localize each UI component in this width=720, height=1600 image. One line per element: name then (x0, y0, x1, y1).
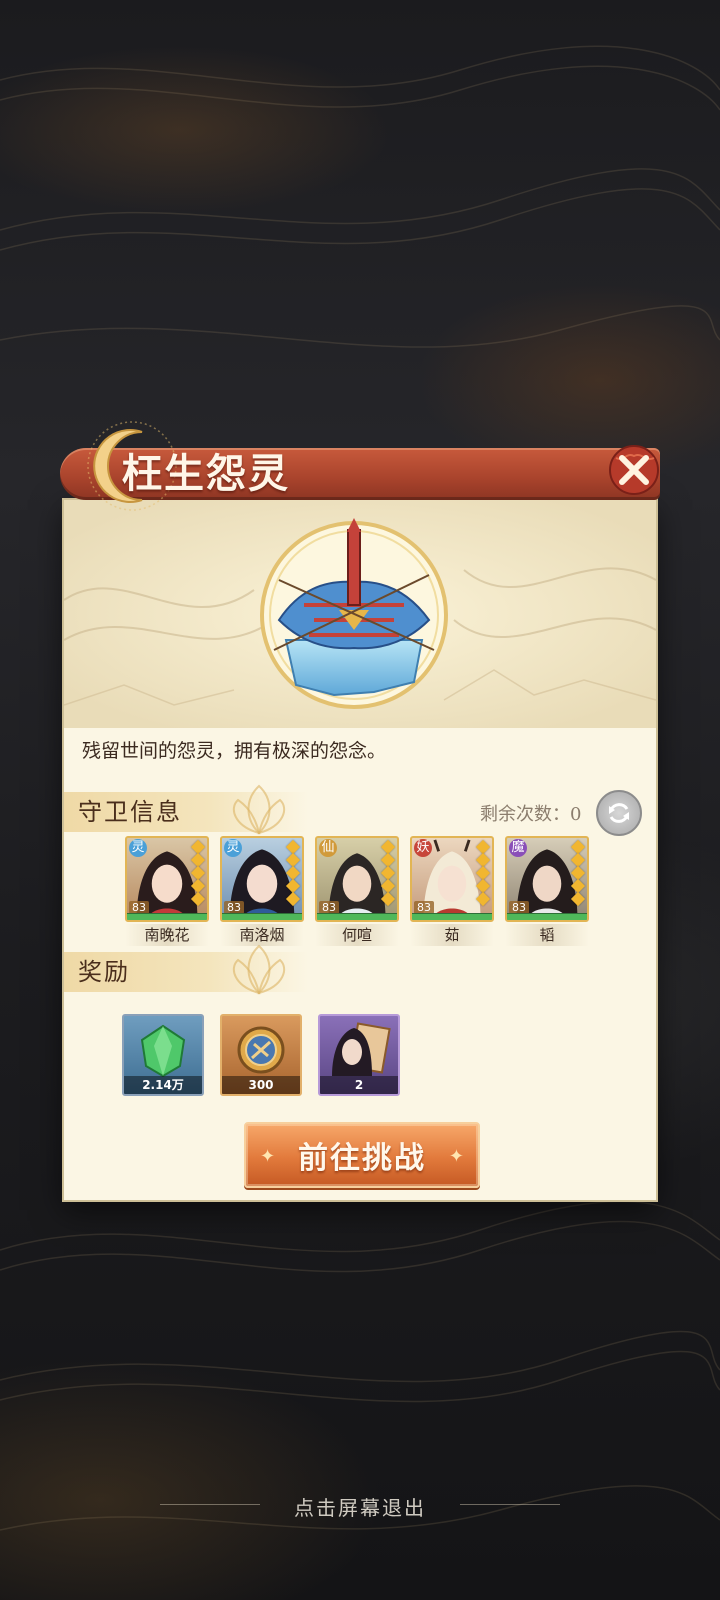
boss-illustration (64, 500, 656, 728)
health-bar (222, 913, 302, 920)
health-bar (412, 913, 492, 920)
element-badge: 妖 (414, 839, 432, 857)
sparkle-icon: ✦ (448, 1146, 464, 1167)
guard-portrait: 灵 83 (220, 836, 304, 922)
guard-name: 何喧 (315, 924, 399, 946)
guard-card[interactable]: 仙 83 何喧 (315, 836, 399, 946)
reward-count: 300 (222, 1076, 300, 1094)
challenge-button[interactable]: ✦ 前往挑战 ✦ (244, 1122, 480, 1188)
guard-name: 南晚花 (125, 924, 209, 946)
reward-count: 2.14万 (124, 1076, 202, 1094)
close-icon (609, 445, 659, 495)
challenge-button-label: 前往挑战 (298, 1141, 426, 1176)
reward-count: 2 (320, 1076, 398, 1094)
refresh-icon (609, 803, 629, 823)
guard-card[interactable]: 魔 83 韬 (505, 836, 589, 946)
guard-portrait: 灵 83 (125, 836, 209, 922)
star-rank (475, 839, 491, 912)
element-badge: 灵 (224, 839, 242, 857)
remaining-attempts: 剩余次数：0 (480, 800, 581, 826)
dialog-title: 枉生怨灵 (122, 450, 290, 497)
remaining-label: 剩余次数： (480, 804, 570, 825)
health-bar (127, 913, 207, 920)
sparkle-icon: ✦ (260, 1146, 276, 1167)
guard-card[interactable]: 妖 83 茹 (410, 836, 494, 946)
guard-portrait: 魔 83 (505, 836, 589, 922)
refresh-button[interactable] (596, 790, 642, 836)
guard-card[interactable]: 灵 83 南晚花 (125, 836, 209, 946)
lotus-decoration-icon (232, 944, 286, 995)
guard-portrait: 妖 83 (410, 836, 494, 922)
boss-banner (64, 500, 656, 728)
element-badge: 灵 (129, 839, 147, 857)
health-bar (317, 913, 397, 920)
exit-hint: 点击屏幕退出 (294, 1496, 426, 1520)
close-button[interactable] (604, 438, 664, 498)
guard-info-label: 守卫信息 (64, 784, 308, 835)
reward-item[interactable]: 2 (318, 1014, 400, 1096)
element-badge: 魔 (509, 839, 527, 857)
health-bar (507, 913, 587, 920)
reward-label: 奖励 (64, 944, 308, 995)
star-rank (285, 839, 301, 912)
lotus-decoration-icon (232, 784, 286, 835)
reward-item[interactable]: 2.14万 (122, 1014, 204, 1096)
guard-name: 韬 (505, 924, 589, 946)
guard-name: 茹 (410, 924, 494, 946)
star-rank (570, 839, 586, 912)
star-rank (190, 839, 206, 912)
guard-portrait: 仙 83 (315, 836, 399, 922)
remaining-value: 0 (570, 804, 582, 825)
reward-item[interactable]: 300 (220, 1014, 302, 1096)
element-badge: 仙 (319, 839, 337, 857)
boss-description: 残留世间的怨灵，拥有极深的怨念。 (82, 740, 387, 762)
star-rank (380, 839, 396, 912)
guard-card[interactable]: 灵 83 南洛烟 (220, 836, 304, 946)
